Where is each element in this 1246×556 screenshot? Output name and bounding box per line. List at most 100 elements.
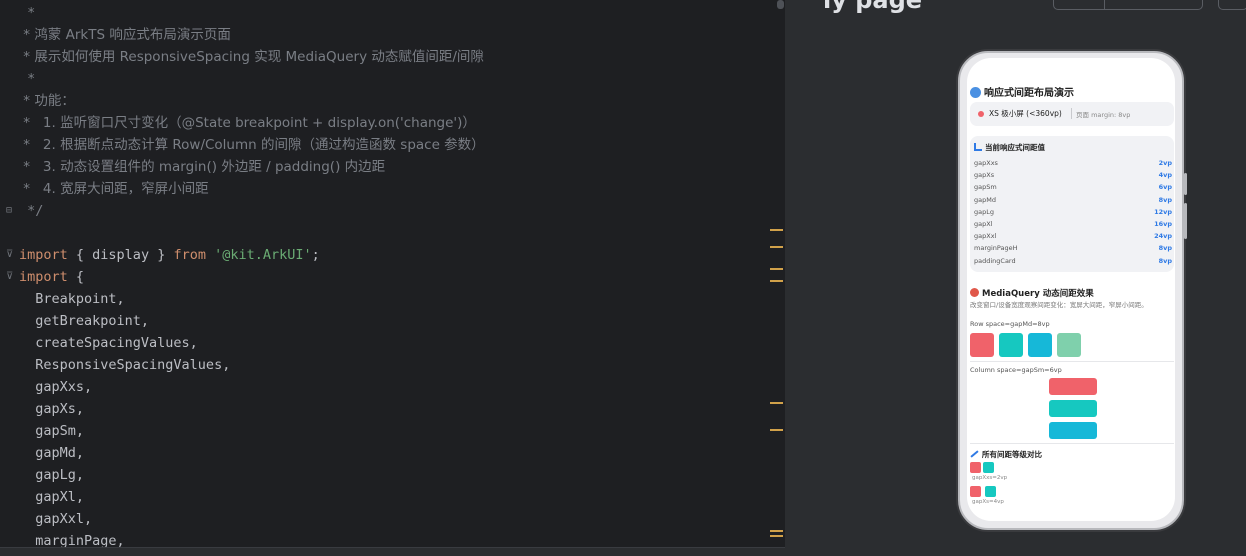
code-line[interactable]: * 鸿蒙 ArkTS 响应式布局演示页面 bbox=[19, 24, 485, 46]
code-line[interactable]: * bbox=[19, 2, 485, 24]
code-token: ; bbox=[311, 247, 320, 263]
code-line[interactable]: gapXs, bbox=[19, 398, 485, 420]
spacing-row: gapXxs 2vp bbox=[974, 157, 1172, 169]
code-line[interactable]: gapXxl, bbox=[19, 508, 485, 530]
column-box bbox=[1049, 422, 1097, 439]
code-token: * 3. 动态设置组件的 margin() 外边距 / padding() 内边… bbox=[19, 159, 386, 175]
code-token: '@kit.ArkUI' bbox=[214, 247, 312, 263]
spacing-value: 8vp bbox=[1158, 256, 1172, 265]
horizontal-scrollbar[interactable] bbox=[0, 547, 785, 556]
compare-box bbox=[970, 462, 981, 473]
row-box bbox=[999, 333, 1023, 357]
warning-mark[interactable] bbox=[770, 280, 783, 282]
code-token: gapLg, bbox=[19, 467, 85, 483]
spacing-name: gapXl bbox=[974, 220, 993, 228]
code-token: * bbox=[19, 71, 36, 87]
spacing-value: 6vp bbox=[1158, 183, 1172, 192]
mediaquery-subtitle: 改变窗口/设备宽度观察间距变化：宽屏大间距，窄屏小间距。 bbox=[970, 301, 1148, 309]
code-line[interactable]: gapSm, bbox=[19, 420, 485, 442]
spacing-name: gapMd bbox=[974, 195, 996, 204]
code-line[interactable]: * 功能： bbox=[19, 90, 485, 112]
spacing-row: marginPageH 8vp bbox=[974, 242, 1172, 254]
code-editor[interactable]: ⊟ ⊽ ⊽ * * 鸿蒙 ArkTS 响应式布局演示页面 * 展示如何使用 Re… bbox=[0, 0, 785, 556]
warning-mark[interactable] bbox=[770, 268, 783, 270]
warning-mark[interactable] bbox=[770, 535, 783, 537]
code-lines: * * 鸿蒙 ArkTS 响应式布局演示页面 * 展示如何使用 Responsi… bbox=[19, 2, 485, 552]
code-token: gapSm, bbox=[19, 423, 85, 439]
power-button bbox=[1184, 203, 1187, 239]
code-line[interactable]: gapXl, bbox=[19, 486, 485, 508]
page-title-text: 响应式间距布局演示 bbox=[984, 88, 1074, 99]
phone-frame: 响应式间距布局演示 XS 极小屏 (<360vp) 页面 margin: 8vp… bbox=[958, 51, 1187, 530]
warning-mark[interactable] bbox=[770, 530, 783, 532]
spacing-row: gapXxl 24vp bbox=[974, 230, 1172, 242]
spacing-value: 24vp bbox=[1154, 232, 1172, 241]
code-line[interactable]: createSpacingValues, bbox=[19, 332, 485, 354]
code-line[interactable]: * 4. 宽屏大间距，窄屏小间距 bbox=[19, 178, 485, 200]
compare-box bbox=[970, 486, 981, 497]
code-line[interactable]: * bbox=[19, 68, 485, 90]
separator bbox=[1071, 108, 1072, 119]
warning-mark[interactable] bbox=[770, 429, 783, 431]
device-select[interactable] bbox=[1053, 0, 1203, 10]
code-token: { bbox=[67, 247, 93, 263]
code-line[interactable]: gapMd, bbox=[19, 442, 485, 464]
page-margin-label: 页面 margin: 8vp bbox=[1076, 111, 1131, 119]
volume-button bbox=[1184, 173, 1187, 195]
warning-mark[interactable] bbox=[770, 402, 783, 404]
compare-box bbox=[985, 486, 996, 497]
code-token: * 1. 监听窗口尺寸变化（@State breakpoint + displa… bbox=[19, 115, 476, 131]
code-line[interactable]: gapLg, bbox=[19, 464, 485, 486]
spacing-row: gapXl 16vp bbox=[974, 218, 1172, 230]
code-line[interactable]: import { display } from '@kit.ArkUI'; bbox=[19, 244, 485, 266]
row-space-label: Row space=gapMd=8vp bbox=[970, 320, 1050, 328]
ruler-icon bbox=[974, 143, 982, 151]
spacing-value: 2vp bbox=[1158, 159, 1172, 167]
code-line[interactable]: */ bbox=[19, 200, 485, 222]
code-token: * 鸿蒙 ArkTS 响应式布局演示页面 bbox=[19, 27, 231, 43]
code-line[interactable]: gapXxs, bbox=[19, 376, 485, 398]
column-box bbox=[1049, 378, 1097, 395]
code-line[interactable]: ResponsiveSpacingValues, bbox=[19, 354, 485, 376]
status-dot bbox=[978, 111, 984, 117]
code-token: * 2. 根据断点动态计算 Row/Column 的间隙（通过构造函数 spac… bbox=[19, 137, 485, 153]
spacing-row: gapLg 12vp bbox=[974, 206, 1172, 218]
fold-end-icon[interactable]: ⊟ bbox=[6, 205, 16, 217]
divider bbox=[970, 443, 1174, 444]
editor-gutter: ⊟ ⊽ ⊽ bbox=[0, 0, 18, 556]
code-line[interactable] bbox=[19, 222, 485, 244]
previewer-title: ly page bbox=[823, 0, 923, 14]
spacing-name: gapXs bbox=[974, 171, 995, 180]
code-line[interactable]: Breakpoint, bbox=[19, 288, 485, 310]
code-token: from bbox=[173, 247, 206, 263]
warning-mark[interactable] bbox=[770, 229, 783, 231]
code-line[interactable]: * 展示如何使用 ResponsiveSpacing 实现 MediaQuery… bbox=[19, 46, 485, 68]
code-token: * 功能： bbox=[19, 93, 75, 109]
spacing-row: gapXs 4vp bbox=[974, 169, 1172, 181]
spacing-name: gapSm bbox=[974, 183, 997, 192]
code-token: gapXxl, bbox=[19, 511, 93, 527]
mediaquery-section-title: MediaQuery 动态间距效果 bbox=[970, 287, 1094, 299]
phone-screen[interactable]: 响应式间距布局演示 XS 极小屏 (<360vp) 页面 margin: 8vp… bbox=[967, 58, 1175, 521]
code-line[interactable]: * 1. 监听窗口尺寸变化（@State breakpoint + displa… bbox=[19, 112, 485, 134]
previewer-toolbar: ly page bbox=[785, 0, 1246, 20]
vertical-scrollbar[interactable] bbox=[777, 0, 784, 9]
spacing-value: 12vp bbox=[1154, 207, 1172, 216]
code-line[interactable]: import { bbox=[19, 266, 485, 288]
code-token: Breakpoint, bbox=[19, 291, 125, 307]
spacing-row: gapSm 6vp bbox=[974, 181, 1172, 193]
breakpoint-bar: XS 极小屏 (<360vp) 页面 margin: 8vp bbox=[970, 102, 1174, 126]
code-token: display bbox=[92, 247, 150, 263]
code-line[interactable]: * 3. 动态设置组件的 margin() 外边距 / padding() 内边… bbox=[19, 156, 485, 178]
fold-icon[interactable]: ⊽ bbox=[6, 249, 16, 261]
code-token: { bbox=[67, 269, 85, 285]
code-line[interactable]: getBreakpoint, bbox=[19, 310, 485, 332]
warning-mark[interactable] bbox=[770, 246, 783, 248]
card-title: 当前响应式间距值 bbox=[974, 142, 1045, 153]
spacing-name: gapLg bbox=[974, 207, 994, 216]
palette-icon bbox=[970, 288, 979, 297]
toolbar-button[interactable] bbox=[1218, 0, 1246, 10]
spacing-name: gapXxs bbox=[974, 159, 998, 167]
fold-icon[interactable]: ⊽ bbox=[6, 271, 16, 283]
code-line[interactable]: * 2. 根据断点动态计算 Row/Column 的间隙（通过构造函数 spac… bbox=[19, 134, 485, 156]
